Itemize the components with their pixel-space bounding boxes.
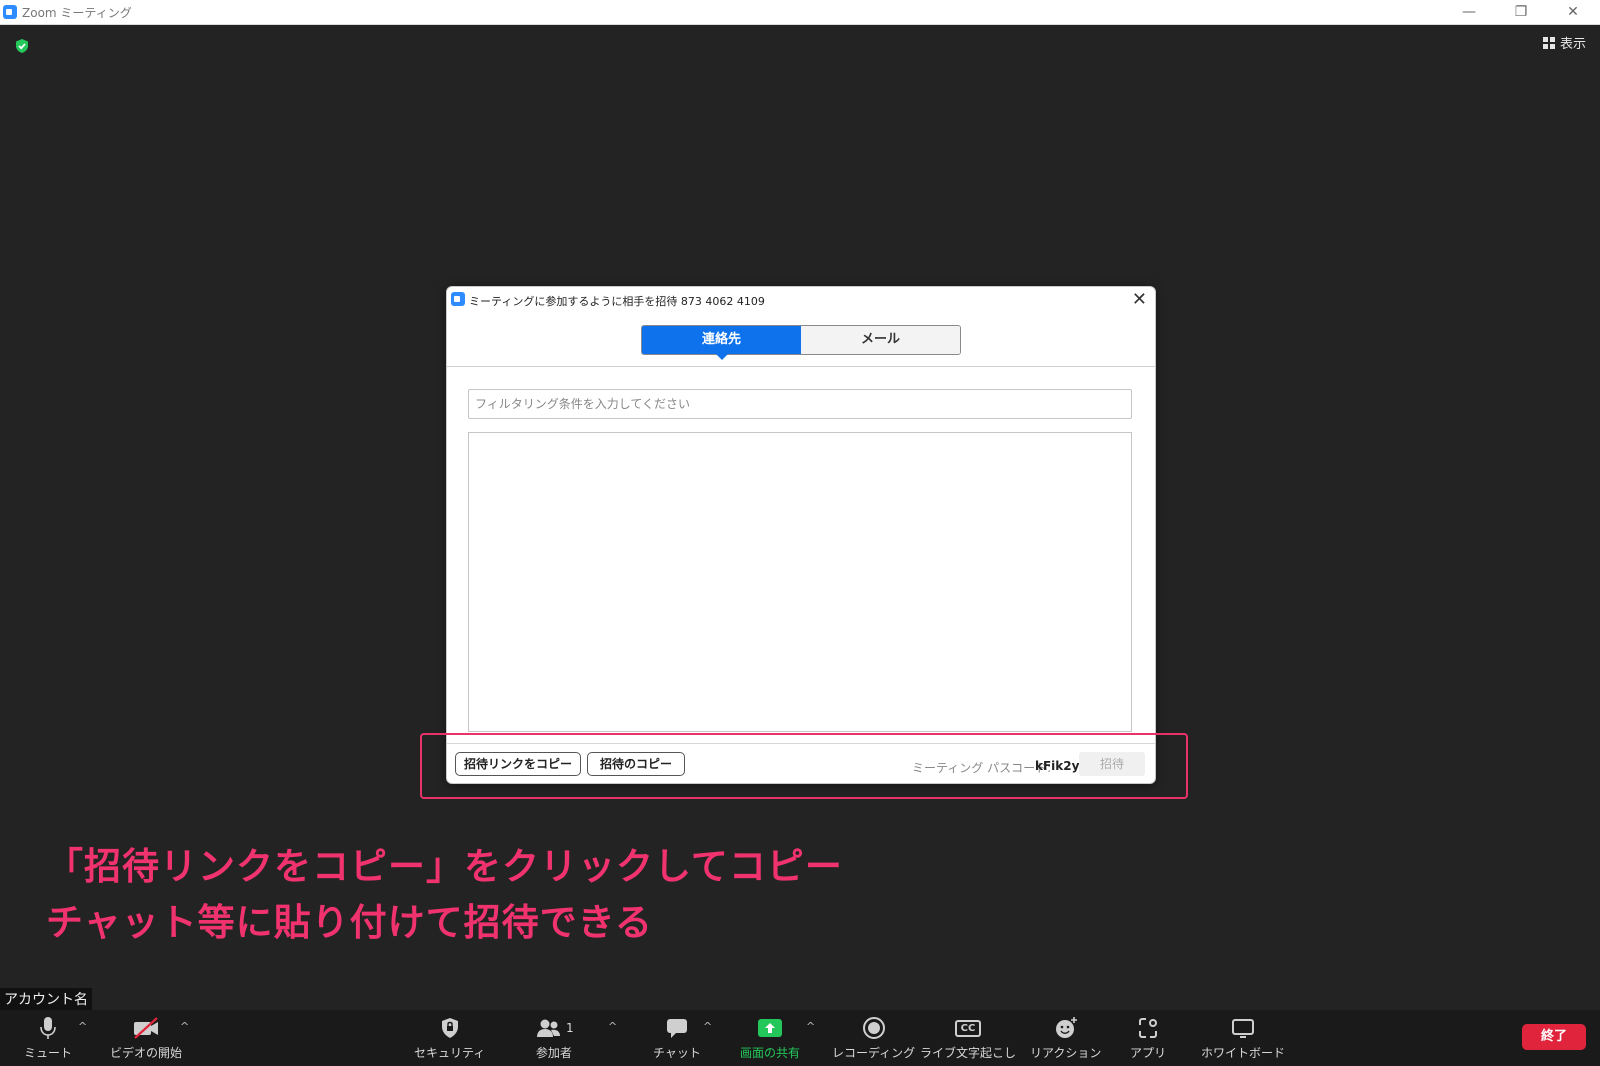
whiteboard-label: ホワイトボード	[1201, 1046, 1286, 1060]
shield-icon	[439, 1016, 461, 1040]
reactions-button[interactable]: リアクション	[1030, 1016, 1101, 1061]
chat-bubble-icon	[665, 1016, 689, 1040]
annotation-line-1: 「招待リンクをコピー」をクリックしてコピー	[46, 845, 843, 888]
tab-contacts[interactable]: 連絡先	[642, 326, 801, 354]
chat-options-caret[interactable]: ^	[703, 1020, 712, 1033]
restore-button[interactable]: ❐	[1498, 1, 1544, 23]
apps-button[interactable]: アプリ	[1130, 1016, 1166, 1061]
active-tab-pointer	[716, 354, 728, 360]
microphone-icon	[39, 1016, 57, 1040]
live-transcript-button[interactable]: CC ライブ文字起こし	[920, 1016, 1016, 1061]
annotation-line-2: チャット等に貼り付けて招待できる	[46, 901, 653, 944]
recording-button[interactable]: レコーディング	[832, 1016, 915, 1061]
participants-label: 参加者	[535, 1046, 572, 1060]
video-options-caret[interactable]: ^	[180, 1020, 189, 1033]
filter-input[interactable]	[468, 389, 1132, 419]
security-label: セキュリティ	[414, 1046, 486, 1060]
start-video-button[interactable]: ビデオの開始	[110, 1016, 182, 1061]
participants-icon: 1	[534, 1016, 574, 1040]
divider	[447, 366, 1155, 367]
shield-check-icon[interactable]	[14, 38, 30, 54]
participants-count: 1	[566, 1021, 574, 1035]
meeting-toolbar: ミュート ^ ビデオの開始 ^ セキュリティ 1 参加者 ^ チャット ^ 画面…	[0, 1010, 1600, 1066]
reactions-label: リアクション	[1030, 1046, 1102, 1060]
apps-icon	[1136, 1016, 1160, 1040]
smiley-plus-icon	[1053, 1016, 1079, 1040]
highlight-box	[420, 733, 1188, 799]
mute-button[interactable]: ミュート	[24, 1016, 72, 1061]
share-screen-label: 画面の共有	[740, 1046, 801, 1060]
zoom-app-icon	[451, 292, 465, 306]
share-options-caret[interactable]: ^	[806, 1020, 815, 1033]
video-off-icon	[131, 1016, 161, 1040]
end-meeting-button[interactable]: 終了	[1522, 1024, 1586, 1050]
minimize-button[interactable]: —	[1446, 1, 1492, 23]
window-titlebar: Zoom ミーティング — ❐ ✕	[0, 0, 1600, 25]
record-icon	[862, 1016, 886, 1040]
tab-email[interactable]: メール	[801, 326, 960, 354]
whiteboard-icon	[1230, 1016, 1256, 1040]
mute-label: ミュート	[24, 1046, 73, 1060]
share-screen-button[interactable]: 画面の共有	[740, 1016, 800, 1061]
participants-options-caret[interactable]: ^	[608, 1020, 617, 1033]
closed-caption-icon: CC	[954, 1016, 982, 1040]
dialog-title: ミーティングに参加するように相手を招待 873 4062 4109	[469, 295, 765, 308]
invite-dialog: ミーティングに参加するように相手を招待 873 4062 4109 ✕ 連絡先 …	[446, 286, 1156, 784]
live-transcript-label: ライブ文字起こし	[920, 1046, 1017, 1060]
security-button[interactable]: セキュリティ	[414, 1016, 485, 1061]
dialog-close-button[interactable]: ✕	[1132, 289, 1147, 310]
whiteboard-button[interactable]: ホワイトボード	[1201, 1016, 1285, 1061]
contact-list[interactable]	[468, 432, 1132, 732]
start-video-label: ビデオの開始	[110, 1046, 183, 1060]
view-label: 表示	[1559, 37, 1586, 52]
share-screen-icon	[757, 1016, 783, 1040]
apps-label: アプリ	[1130, 1046, 1167, 1060]
invite-tabs: 連絡先 メール	[641, 325, 961, 355]
account-name-label: アカウント名	[0, 988, 92, 1010]
grid-view-icon	[1542, 36, 1555, 49]
window-close-button[interactable]: ✕	[1550, 1, 1596, 23]
view-button[interactable]: 表示	[1542, 33, 1586, 52]
recording-label: レコーディング	[832, 1046, 916, 1060]
audio-options-caret[interactable]: ^	[78, 1020, 87, 1033]
window-title: Zoom ミーティング	[22, 6, 132, 20]
chat-button[interactable]: チャット	[653, 1016, 701, 1061]
dialog-titlebar: ミーティングに参加するように相手を招待 873 4062 4109 ✕	[447, 287, 1155, 311]
chat-label: チャット	[653, 1046, 701, 1060]
zoom-app-icon	[3, 5, 17, 19]
participants-button[interactable]: 1 参加者	[534, 1016, 574, 1061]
